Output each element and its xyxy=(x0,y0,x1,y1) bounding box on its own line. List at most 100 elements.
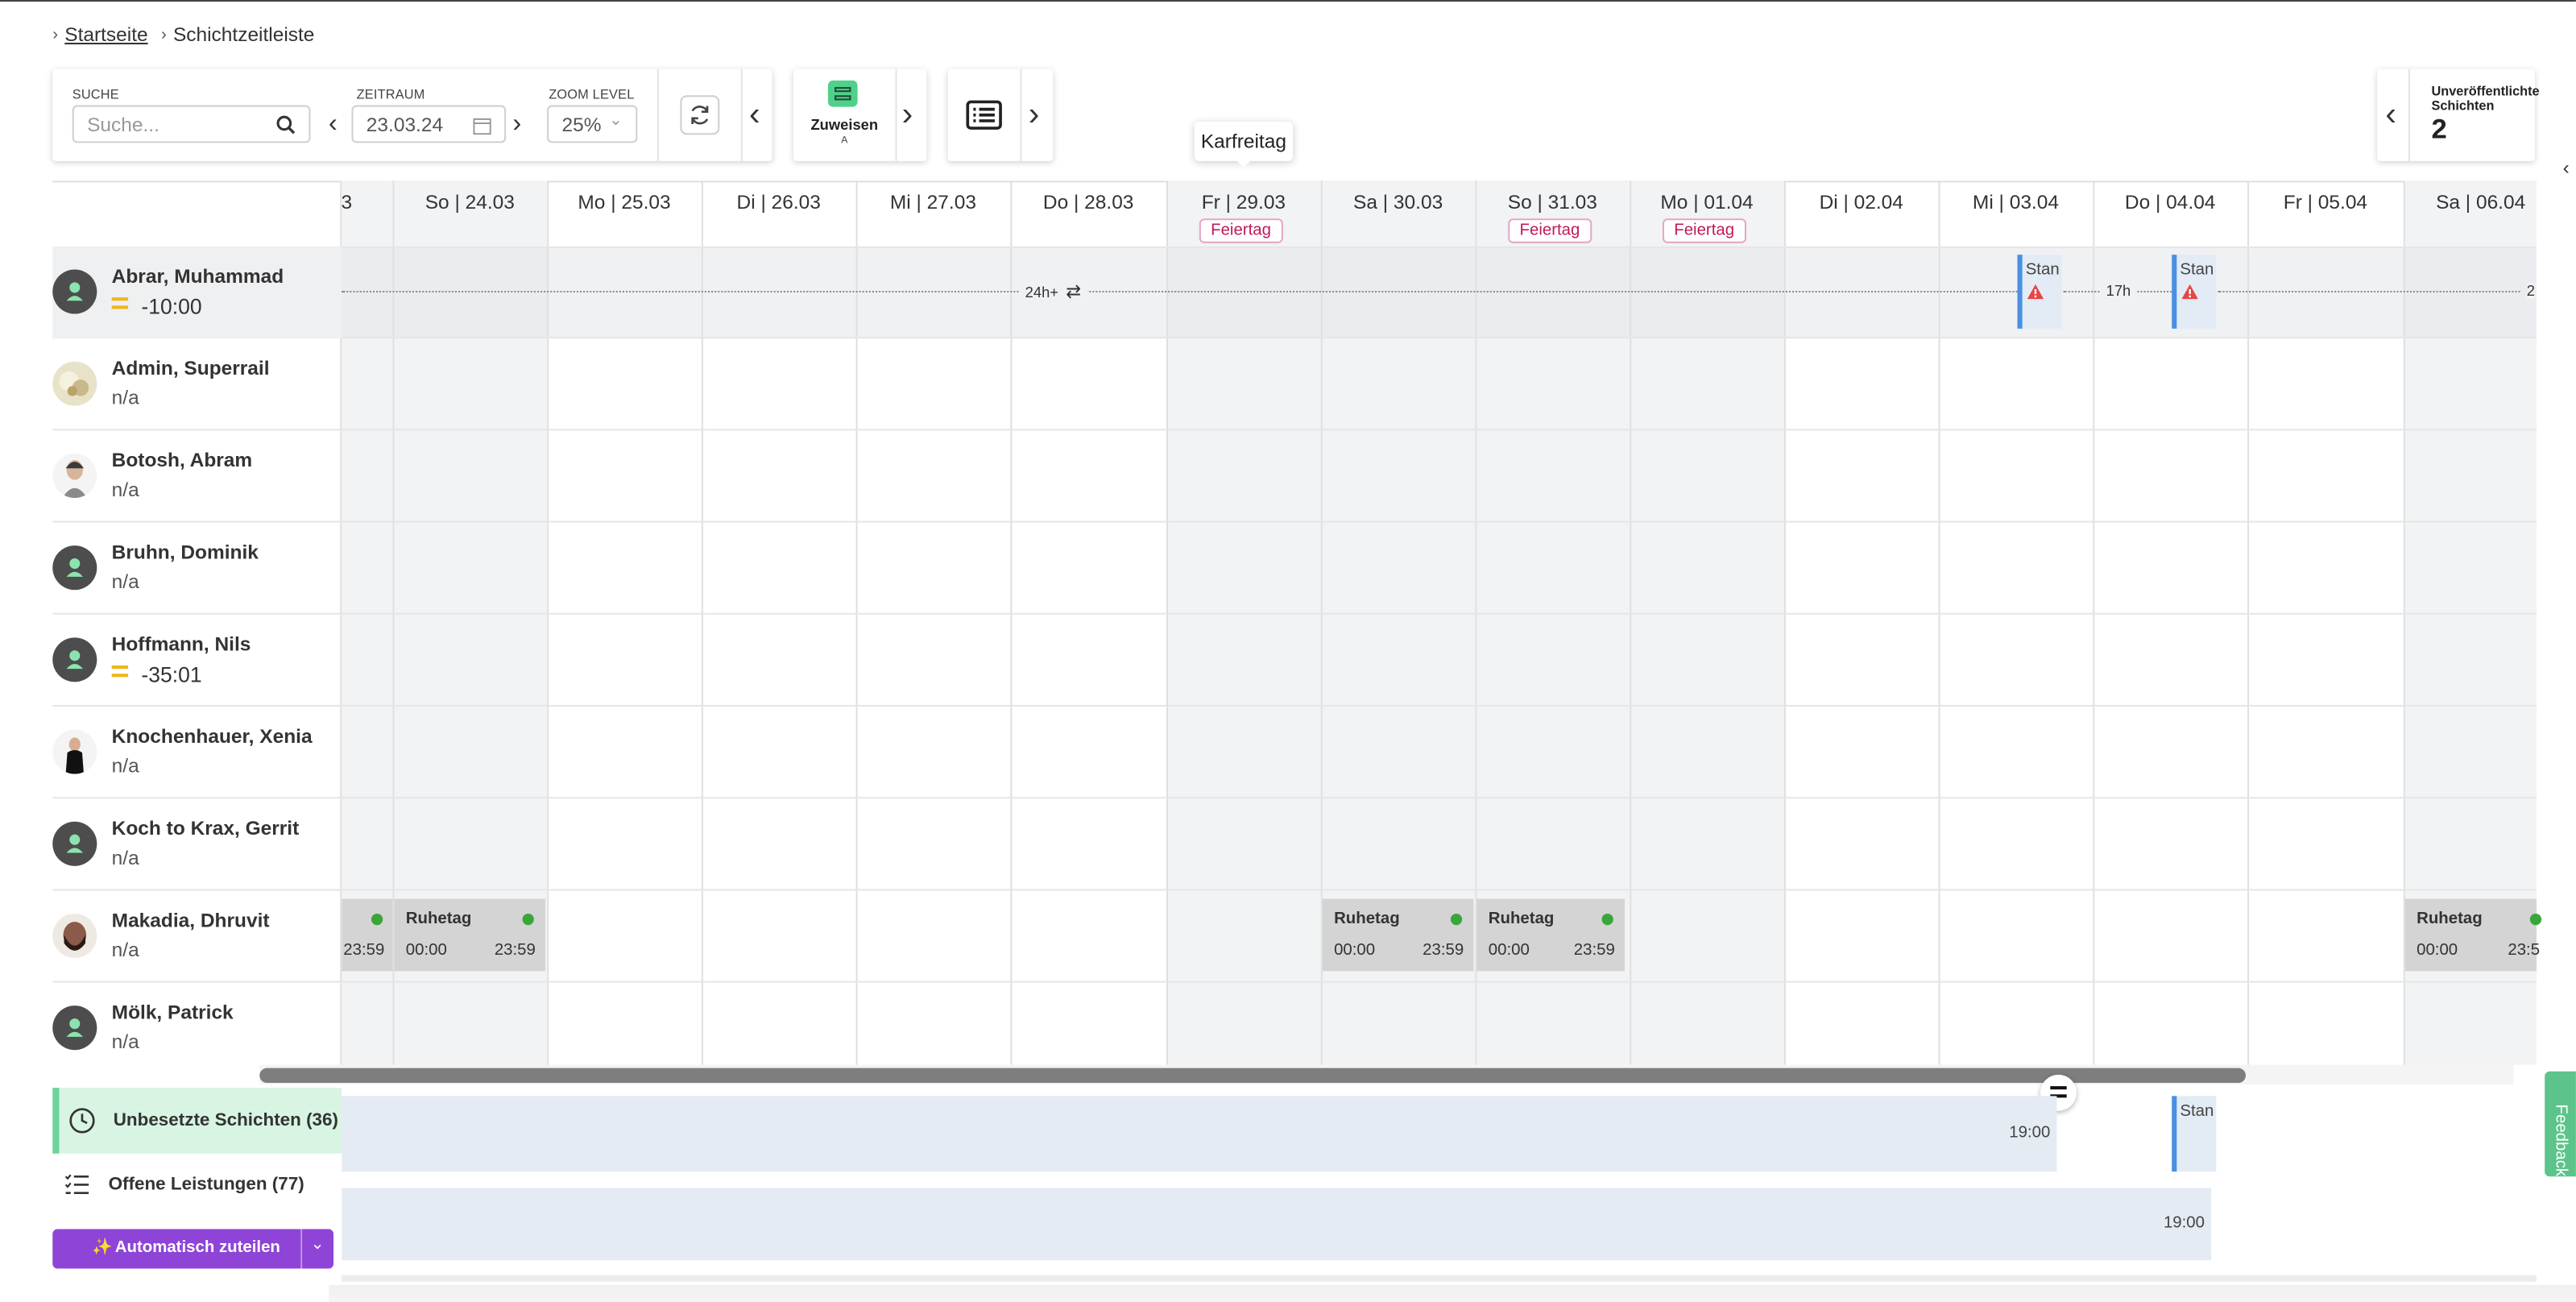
unpublished-label: Unveröffentlichte xyxy=(2431,84,2540,99)
toolbar-divider xyxy=(1020,68,1022,161)
chevron-down-icon: ⌄ xyxy=(608,111,623,131)
day-header: Do | 28.03 xyxy=(1042,190,1134,214)
view-next-button[interactable]: › xyxy=(1029,98,1040,131)
employee-name: Knochenhauer, Xenia xyxy=(111,724,313,748)
range-date-input[interactable]: 23.03.24 xyxy=(351,105,507,143)
day-header: Mi | 03.04 xyxy=(1972,190,2059,214)
open-services-label: Offene Leistungen (77) xyxy=(108,1175,304,1195)
list-view-button[interactable] xyxy=(948,69,1021,161)
refresh-button[interactable] xyxy=(680,95,720,135)
shift-block[interactable]: Stan xyxy=(2172,255,2217,329)
zoom-select[interactable]: 25% ⌄ xyxy=(547,105,638,143)
day-header: Sa | 30.03 xyxy=(1353,190,1443,214)
employee-balance: n/a xyxy=(111,570,139,594)
rest-gap-line xyxy=(342,290,2021,293)
toolbar-divider xyxy=(2408,68,2410,161)
user-icon xyxy=(66,650,83,670)
feedback-tab[interactable]: Feedback xyxy=(2545,1071,2576,1177)
rest-start-time: 00:00 xyxy=(1488,941,1530,960)
search-placeholder: Suche... xyxy=(87,112,159,136)
rest-day-block[interactable]: Ruhetag 00:00 23:59 xyxy=(1322,898,1474,972)
unassigned-shifts-row[interactable]: Unbesetzte Schichten (36) xyxy=(52,1088,342,1154)
rest-gap-line xyxy=(2218,290,2520,293)
unpublished-shifts-card[interactable]: ‹ Unveröffentlichte Schichten 2 xyxy=(2377,68,2540,161)
rest-day-block[interactable]: Ruhetag 00:00 23:59 xyxy=(1476,898,1626,972)
day-column xyxy=(1938,180,1940,1065)
zoom-value: 25% xyxy=(561,112,602,136)
auto-assign-button[interactable]: ✨ Automatisch zuteilen xyxy=(52,1229,334,1269)
side-panel-toggle[interactable]: ‹ xyxy=(2563,156,2576,180)
toolbar-divider xyxy=(895,68,897,161)
day-header: Sa | 06.04 xyxy=(2436,190,2526,214)
avatar-photo-icon xyxy=(62,460,88,498)
status-dot xyxy=(2529,913,2542,926)
assign-button[interactable]: Zuweisen A xyxy=(793,69,895,161)
avatar xyxy=(52,545,97,591)
unpublished-prev-button[interactable]: ‹ xyxy=(2385,98,2396,131)
auto-assign-dropdown[interactable]: ⌄ xyxy=(302,1229,334,1269)
unassigned-bar[interactable]: 19:00 xyxy=(342,1096,2057,1172)
open-services-bar-time: 19:00 xyxy=(2163,1214,2205,1233)
range-next-button[interactable]: › xyxy=(512,111,521,139)
day-header: 3 xyxy=(341,190,353,214)
status-dot xyxy=(1601,913,1613,926)
gap-label: 17h xyxy=(2099,282,2138,300)
avatar-photo-icon xyxy=(63,922,87,951)
balance-icon xyxy=(111,665,129,678)
row-divider xyxy=(52,889,2537,891)
user-icon xyxy=(66,282,83,301)
chevron-right-icon: › xyxy=(160,25,167,44)
feedback-label: Feedback xyxy=(2551,1104,2570,1177)
breadcrumb-home-link[interactable]: Startseite xyxy=(64,23,147,47)
toolbar-prev-button[interactable]: ‹ xyxy=(749,98,760,131)
day-column xyxy=(701,180,703,1065)
warning-icon xyxy=(2181,284,2198,300)
row-divider xyxy=(52,337,2537,339)
holiday-badge: Feiertag xyxy=(1199,218,1283,243)
day-header: Mo | 25.03 xyxy=(578,190,671,214)
avatar xyxy=(52,1006,97,1051)
employee-name: Admin, Superrail xyxy=(111,356,270,380)
gap-label: 2 xyxy=(2526,282,2535,300)
horizontal-scrollbar-thumb[interactable] xyxy=(259,1068,2246,1084)
avatar xyxy=(52,269,97,314)
row-divider xyxy=(52,429,2537,431)
employee-name: Hoffmann, Nils xyxy=(111,632,251,656)
assign-sub: A xyxy=(841,136,848,147)
balance-icon xyxy=(111,297,129,309)
rest-end-time: 23:59 xyxy=(494,941,536,960)
range-label: ZEITRAUM xyxy=(356,87,425,102)
search-input[interactable]: Suche... xyxy=(72,105,311,143)
row-divider xyxy=(52,797,2537,799)
employee-balance: n/a xyxy=(111,938,139,962)
unassigned-shifts-label: Unbesetzte Schichten (36) xyxy=(113,1110,338,1131)
rest-day-block[interactable]: 23:59 xyxy=(342,898,393,972)
assign-next-button[interactable]: › xyxy=(902,98,913,131)
day-header: Mo | 01.04 xyxy=(1660,190,1754,214)
shift-label: Stan xyxy=(2180,1102,2214,1121)
status-dot xyxy=(371,913,383,926)
avatar xyxy=(52,637,97,682)
toolbar-divider xyxy=(656,68,659,161)
status-dot xyxy=(522,913,534,926)
rest-day-block[interactable]: Ruhetag 00:00 23:59 xyxy=(394,898,546,972)
rest-end-time: 23:5 xyxy=(2508,941,2541,960)
employee-balance: n/a xyxy=(111,478,139,502)
breadcrumb-current: Schichtzeitleiste xyxy=(172,23,315,47)
checklist-icon xyxy=(64,1174,89,1195)
rest-start-time: 00:00 xyxy=(405,941,447,960)
employee-name: Abrar, Muhammad xyxy=(111,264,284,288)
day-header: Fr | 05.04 xyxy=(2283,190,2368,214)
rest-day-block[interactable]: Ruhetag 00:00 23:5 xyxy=(2404,898,2542,972)
open-services-row[interactable]: Offene Leistungen (77) xyxy=(52,1159,342,1211)
range-prev-button[interactable]: ‹ xyxy=(329,111,338,139)
day-column xyxy=(855,180,858,1065)
rest-end-time: 23:59 xyxy=(343,941,385,960)
shift-block[interactable]: Stan xyxy=(2017,255,2062,329)
rest-day-label: Ruhetag xyxy=(2417,910,2483,929)
open-services-bar[interactable]: 19:00 xyxy=(342,1188,2212,1261)
unassigned-shift-block[interactable]: Stan xyxy=(2172,1096,2217,1172)
rest-day-label: Ruhetag xyxy=(405,910,472,929)
day-column xyxy=(1166,180,1169,1065)
avatar xyxy=(52,453,97,498)
